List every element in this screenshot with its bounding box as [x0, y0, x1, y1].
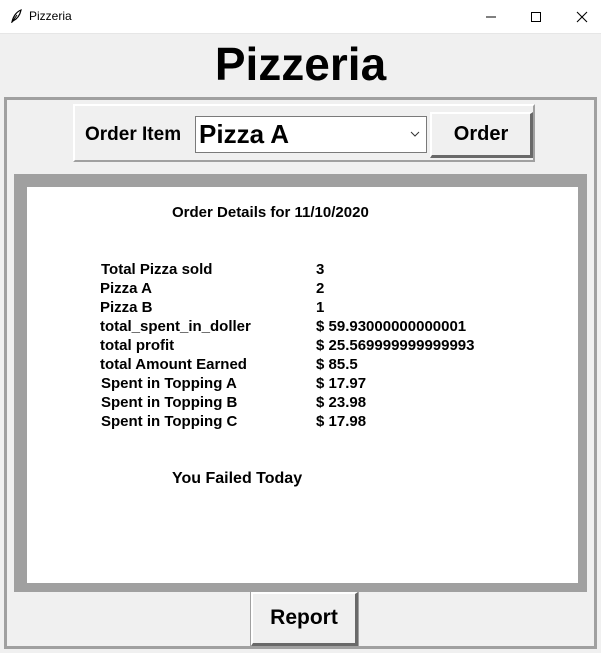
- detail-value: $ 85.5: [316, 356, 358, 373]
- detail-row: Spent in Topping C $ 17.98: [27, 413, 547, 432]
- detail-label: Spent in Topping C: [101, 413, 238, 430]
- title-bar: Pizzeria: [0, 0, 601, 34]
- detail-label: Pizza A: [100, 280, 152, 297]
- detail-row: total_spent_in_doller $ 59.9300000000000…: [27, 318, 547, 337]
- feather-icon: [11, 9, 22, 23]
- details-title: Order Details for 11/10/2020: [172, 204, 369, 221]
- item-select[interactable]: Pizza A: [195, 116, 427, 153]
- detail-value: 2: [316, 280, 325, 297]
- detail-row: Pizza B 1: [27, 299, 547, 318]
- item-select-value: Pizza A: [199, 119, 290, 149]
- report-button[interactable]: Report: [250, 591, 359, 647]
- detail-value: $ 23.98: [316, 394, 367, 411]
- minimize-button[interactable]: [468, 0, 514, 33]
- close-icon: [576, 11, 588, 23]
- order-bar: Order Item Pizza A Order: [73, 104, 535, 162]
- close-button[interactable]: [559, 0, 601, 33]
- detail-label: total_spent_in_doller: [100, 318, 251, 335]
- detail-label: Spent in Topping A: [101, 375, 237, 392]
- maximize-button[interactable]: [513, 0, 559, 33]
- detail-row: total Amount Earned $ 85.5: [27, 356, 547, 375]
- order-item-label: Order Item: [85, 124, 182, 145]
- detail-row: total profit $ 25.569999999999993: [27, 337, 547, 356]
- detail-label: Pizza B: [100, 299, 153, 316]
- detail-row: Total Pizza sold 3: [27, 261, 547, 280]
- order-details-panel: Order Details for 11/10/2020 Total Pizza…: [14, 174, 587, 592]
- detail-row: Spent in Topping B $ 23.98: [27, 394, 547, 413]
- detail-value: $ 17.98: [316, 413, 367, 430]
- detail-value: 3: [316, 261, 325, 278]
- detail-label: Total Pizza sold: [101, 261, 213, 278]
- main-frame: Order Item Pizza A Order Order Details f…: [4, 97, 597, 649]
- order-button[interactable]: Order: [430, 112, 533, 158]
- maximize-icon: [531, 12, 541, 22]
- detail-label: total profit: [100, 337, 175, 354]
- detail-label: total Amount Earned: [100, 356, 247, 373]
- detail-label: Spent in Topping B: [101, 394, 238, 411]
- detail-value: $ 59.93000000000001: [316, 318, 467, 335]
- detail-value: $ 17.97: [316, 375, 367, 392]
- minimize-icon: [486, 16, 496, 18]
- detail-value: $ 25.569999999999993: [316, 337, 475, 354]
- detail-row: Pizza A 2: [27, 280, 547, 299]
- detail-row: Spent in Topping A $ 17.97: [27, 375, 547, 394]
- app-heading: Pizzeria: [214, 38, 387, 90]
- status-message: You Failed Today: [172, 470, 303, 487]
- detail-value: 1: [316, 299, 325, 316]
- window-title: Pizzeria: [29, 9, 72, 23]
- chevron-down-icon: [410, 131, 420, 137]
